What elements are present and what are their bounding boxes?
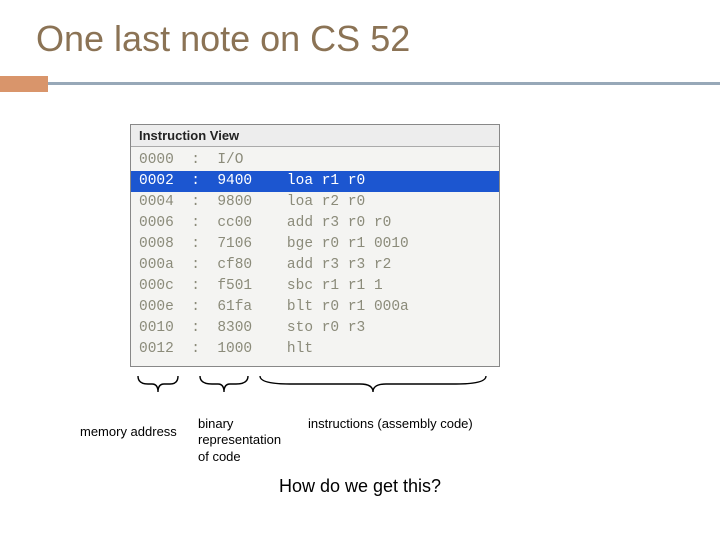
code-listing: 0000 : I/O 0002 : 9400 loa r1 r00004 : 9… bbox=[131, 147, 499, 366]
instruction-view-panel: Instruction View 0000 : I/O 0002 : 9400 … bbox=[130, 124, 500, 367]
panel-header: Instruction View bbox=[131, 125, 499, 147]
brace-svg bbox=[0, 370, 720, 416]
code-row[interactable]: 0008 : 7106 bge r0 r1 0010 bbox=[131, 234, 499, 255]
code-row[interactable]: 000c : f501 sbc r1 r1 1 bbox=[131, 276, 499, 297]
divider bbox=[0, 76, 720, 92]
question-text: How do we get this? bbox=[0, 476, 720, 497]
code-row[interactable]: 0002 : 9400 loa r1 r0 bbox=[131, 171, 499, 192]
code-row[interactable]: 000e : 61fa blt r0 r1 000a bbox=[131, 297, 499, 318]
code-row[interactable]: 0004 : 9800 loa r2 r0 bbox=[131, 192, 499, 213]
label-memory-address: memory address bbox=[80, 424, 190, 439]
slide-title: One last note on CS 52 bbox=[0, 0, 720, 60]
code-row[interactable]: 0006 : cc00 add r3 r0 r0 bbox=[131, 213, 499, 234]
code-row[interactable]: 000a : cf80 add r3 r3 r2 bbox=[131, 255, 499, 276]
brace-group bbox=[0, 370, 720, 421]
code-row[interactable]: 0000 : I/O bbox=[131, 150, 499, 171]
label-binary-representation: binaryrepresentationof code bbox=[198, 416, 298, 465]
label-instructions: instructions (assembly code) bbox=[308, 416, 528, 431]
code-row[interactable]: 0010 : 8300 sto r0 r3 bbox=[131, 318, 499, 339]
divider-accent bbox=[0, 76, 48, 92]
code-row[interactable]: 0012 : 1000 hlt bbox=[131, 339, 499, 360]
divider-line bbox=[0, 82, 720, 85]
